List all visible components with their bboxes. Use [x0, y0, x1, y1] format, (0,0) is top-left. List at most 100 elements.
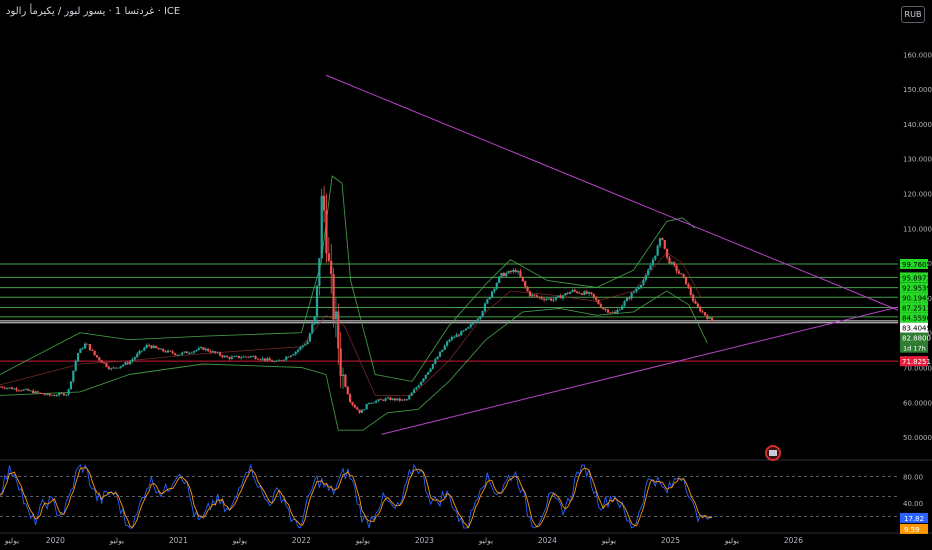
time-tick-label: 2024 [538, 536, 557, 545]
candle [48, 393, 51, 396]
current-price-text: 82.8800 [902, 335, 931, 343]
candle [8, 387, 11, 389]
candle [289, 355, 293, 357]
candle [171, 351, 174, 354]
candle [356, 407, 359, 410]
candle [3, 387, 6, 389]
candle [91, 349, 94, 351]
candle [244, 356, 248, 358]
candle [694, 301, 697, 304]
candle [292, 354, 295, 356]
candle [240, 357, 243, 359]
candle [592, 293, 595, 298]
candle [429, 368, 432, 372]
candle [571, 289, 574, 292]
candle [72, 370, 75, 382]
candle [46, 393, 49, 395]
level-price-text: 87.2511 [902, 305, 931, 313]
candle [538, 296, 541, 298]
candle [422, 378, 425, 382]
candle [623, 301, 626, 306]
candle [637, 287, 640, 290]
candle [233, 356, 236, 358]
oscillator-tick-label: 40.00 [903, 500, 923, 508]
candle [675, 265, 678, 272]
trend-line[interactable] [325, 74, 899, 311]
candle [639, 284, 643, 288]
candle [304, 344, 307, 346]
candle [616, 310, 619, 314]
candle [372, 402, 375, 404]
candle [188, 352, 191, 354]
candle [486, 299, 489, 304]
candle [126, 362, 129, 365]
candle [557, 295, 560, 297]
candle [218, 352, 222, 356]
candle [147, 344, 151, 346]
candle [561, 295, 565, 299]
candle [687, 284, 690, 288]
candle [102, 362, 106, 364]
level-price-text: 83.4045 [902, 325, 931, 333]
horizontal-levels [0, 263, 898, 362]
candle [69, 381, 73, 390]
candle [431, 363, 435, 369]
candle [509, 270, 513, 272]
time-tick-label: 2025 [661, 536, 680, 545]
price-chart[interactable]: 50.000060.000070.000080.000090.0000100.0… [0, 0, 932, 550]
candle [531, 294, 534, 297]
candle [434, 359, 437, 364]
candle [611, 311, 614, 313]
candle [39, 392, 42, 394]
candle [95, 355, 99, 358]
candle [150, 345, 153, 349]
candle [27, 389, 30, 391]
candle [157, 347, 160, 350]
currency-button[interactable]: RUB [901, 6, 925, 23]
candle [642, 280, 645, 285]
candle [647, 269, 650, 276]
candle [268, 358, 271, 361]
candle [403, 399, 406, 401]
candle [490, 291, 494, 298]
candle [41, 393, 44, 395]
candle [677, 271, 681, 274]
candle [256, 358, 259, 360]
candle [62, 393, 65, 396]
candle [472, 322, 475, 325]
candle [315, 285, 319, 317]
candle [375, 400, 378, 403]
candle [526, 286, 529, 292]
candle [22, 389, 25, 391]
candle [254, 356, 257, 359]
candle [207, 348, 210, 352]
candle [495, 282, 498, 289]
candle [306, 341, 309, 345]
candle [1, 386, 4, 388]
candle [299, 346, 302, 350]
level-price-text: 71.8251 [902, 358, 931, 366]
candle [124, 362, 127, 365]
candle [330, 260, 333, 275]
candle [545, 299, 548, 300]
candle [351, 402, 354, 405]
candle [590, 292, 593, 294]
candle [344, 374, 347, 387]
candle [542, 298, 546, 300]
time-tick-label: يوليو [109, 536, 124, 545]
candle [453, 337, 456, 338]
candle [587, 292, 591, 294]
time-tick-label: يوليو [355, 536, 370, 545]
candle [34, 391, 37, 394]
candle [67, 389, 70, 395]
event-marker [765, 445, 781, 461]
price-tick-label: 130.0000 [903, 156, 932, 164]
candle [668, 257, 671, 264]
candle [152, 345, 155, 349]
candle [502, 273, 505, 277]
candle [192, 351, 196, 353]
time-tick-label: 2021 [169, 536, 188, 545]
candle [401, 399, 404, 401]
oscillator-tick-label: 80.00 [903, 473, 923, 481]
candle [209, 351, 212, 353]
